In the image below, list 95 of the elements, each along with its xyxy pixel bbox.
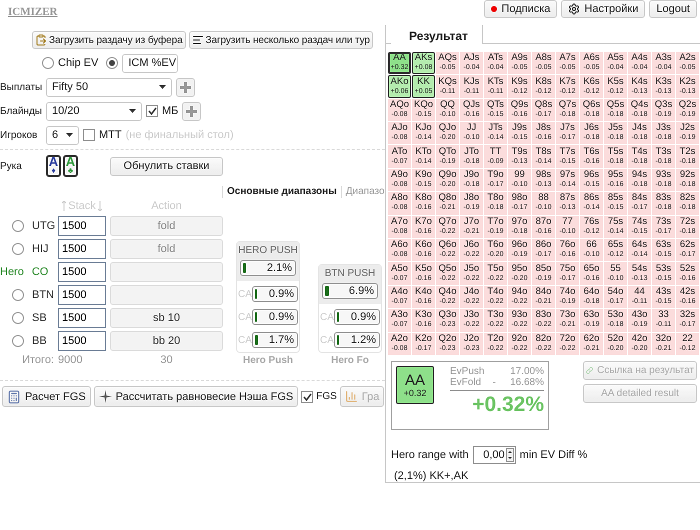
top-button[interactable]: Подписка	[484, 0, 558, 18]
range-bar[interactable]: 0.9%	[252, 286, 298, 302]
total-action: 30	[159, 354, 174, 366]
caret-icon	[129, 109, 136, 113]
plus-icon	[180, 82, 191, 92]
position-label: UTG	[32, 220, 56, 232]
stack-input[interactable]: 1500	[58, 239, 106, 259]
panel-title: BTN PUSH	[324, 268, 376, 279]
action-field[interactable]	[110, 285, 223, 305]
playing-card: A ♦	[46, 155, 61, 177]
panel-caption: Hero Fo	[331, 355, 369, 366]
range-bar[interactable]: 1.7%	[252, 332, 298, 348]
top-button[interactable]: Logout	[649, 0, 697, 18]
mode-dropdown[interactable]: ICM %EV	[122, 54, 178, 72]
range-bar[interactable]: 6.9%	[322, 283, 378, 299]
ev-label: EvFold	[450, 377, 482, 388]
checkbox-label: МТТ	[99, 129, 122, 141]
checkbox[interactable]	[83, 129, 95, 141]
panel-caption: Hero Push	[242, 355, 293, 366]
hand-tile: AA +0.32	[396, 366, 434, 404]
action-field[interactable]: bb 20	[110, 331, 223, 351]
sparkle-icon	[98, 390, 112, 403]
calculator-icon	[7, 390, 21, 404]
position-label: BTN	[32, 289, 54, 301]
hero-label: Hero	[0, 266, 24, 278]
ev-value: 17.00%	[509, 366, 544, 377]
checkbox-label: FGS	[316, 391, 337, 402]
playing-card: A ♣	[63, 155, 78, 177]
field-label: Блайнды	[0, 106, 42, 116]
list-icon	[192, 34, 204, 46]
stack-input[interactable]: 1500	[58, 216, 106, 236]
spinner-icon	[506, 448, 514, 462]
checkbox-label: МБ	[162, 105, 178, 117]
range-summary: (2,1%) KK+,AK	[393, 469, 470, 482]
stack-input[interactable]: 1500	[58, 308, 106, 328]
action-field[interactable]	[110, 262, 223, 282]
checkbox[interactable]	[146, 105, 158, 117]
radio-button[interactable]	[12, 312, 24, 324]
action-button[interactable]: Рассчитать равновесие Нэша FGS	[94, 386, 298, 407]
result-tab[interactable]: Результат	[391, 25, 483, 44]
app-logo: ICMIZER	[8, 6, 58, 18]
range-bar[interactable]: 1.2%	[334, 332, 380, 348]
panel-title: HERO PUSH	[238, 245, 298, 256]
top-button[interactable]: Настройки	[561, 0, 646, 18]
total-label: Итого:	[21, 354, 54, 366]
stack-input[interactable]: 1500	[58, 262, 106, 282]
minus-sign: -	[492, 377, 497, 388]
position-label: CO	[32, 266, 48, 278]
range-bar[interactable]: 2.1%	[240, 260, 296, 276]
add-button[interactable]	[182, 102, 202, 120]
select-field[interactable]: Fifty 50	[46, 78, 172, 96]
radio-button[interactable]	[12, 220, 24, 232]
select-field[interactable]: 10/20	[46, 102, 142, 120]
total-stack: 9000	[58, 354, 84, 366]
range-bar[interactable]: 0.9%	[334, 309, 380, 325]
ev-value: 16.68%	[509, 377, 544, 388]
settings-icon	[568, 3, 580, 15]
range-bar[interactable]: 0.9%	[252, 309, 298, 325]
stack-input[interactable]: 1500	[58, 285, 106, 305]
ev-label: EvPush	[450, 366, 486, 377]
radio-button[interactable]	[106, 57, 118, 69]
add-button[interactable]	[176, 78, 195, 96]
select-field[interactable]: 6	[46, 126, 79, 144]
field-label: Рука	[0, 160, 23, 172]
action-button[interactable]: Расчет FGS	[2, 386, 91, 407]
radio-button[interactable]	[12, 243, 24, 255]
radio-button[interactable]	[12, 335, 24, 347]
radio-label: Chip EV	[58, 57, 98, 69]
field-label: Выплаты	[0, 82, 42, 92]
arrow-up-icon	[62, 200, 66, 210]
filter-label: min EV Diff %	[520, 449, 588, 461]
range-tab[interactable]: Основные диапазоны	[222, 186, 341, 198]
load-button[interactable]: Загрузить раздачу из буфера	[32, 31, 186, 49]
position-label: BB	[32, 335, 47, 347]
filter-label: Hero range with	[391, 449, 469, 461]
caret-icon	[159, 85, 166, 89]
checkbox[interactable]	[301, 390, 314, 402]
chart-icon	[344, 390, 358, 403]
radio-button[interactable]	[42, 57, 54, 69]
link-icon	[586, 365, 594, 376]
arrow-down-icon	[98, 200, 102, 210]
ev-diff-input[interactable]: 0,00	[472, 446, 516, 464]
field-label: Игроков	[0, 130, 38, 140]
radio-button[interactable]	[12, 289, 24, 301]
ev-difference: +0.32%	[450, 390, 544, 417]
plus-icon	[186, 106, 198, 116]
caret-icon	[66, 133, 73, 137]
dot-icon	[491, 6, 498, 12]
clipboard-icon	[35, 34, 47, 46]
reset-button[interactable]: Обнулить ставки	[110, 156, 223, 176]
stack-input[interactable]: 1500	[58, 331, 106, 351]
position-label: SB	[32, 312, 47, 324]
position-label: HIJ	[32, 243, 48, 255]
load-button[interactable]: Загрузить несколько раздач или тур	[188, 31, 373, 49]
action-field[interactable]: sb 10	[110, 308, 223, 328]
